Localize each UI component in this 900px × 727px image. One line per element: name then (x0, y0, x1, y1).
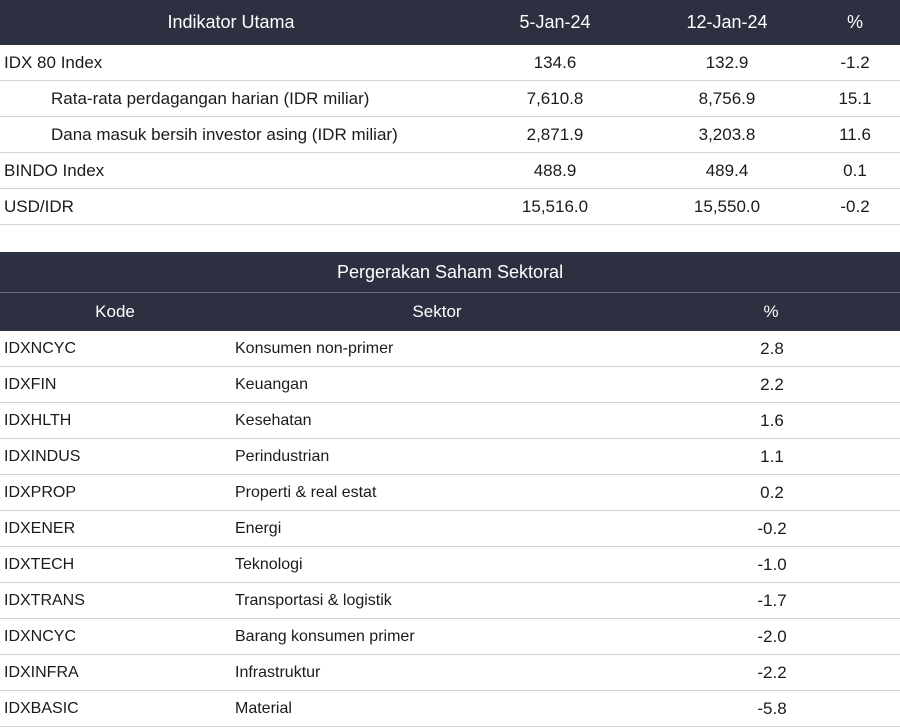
table-row: IDXINFRA Infrastruktur -2.2 (0, 655, 900, 691)
indicator-label: IDX 80 Index (4, 53, 103, 72)
sector-change: -0.2 (757, 519, 787, 538)
table-row: IDXNCYC Konsumen non-primer 2.8 (0, 331, 900, 367)
sector-change: -1.7 (757, 591, 787, 610)
value-date-2: 8,756.9 (698, 89, 756, 108)
sector-change: 1.6 (760, 411, 784, 430)
sector-change: -5.8 (757, 699, 787, 718)
sector-change: 0.2 (760, 483, 784, 502)
header-sector: Sektor (412, 302, 462, 321)
sector-name: Barang konsumen primer (235, 628, 415, 645)
table-row: Dana masuk bersih investor asing (IDR mi… (0, 117, 900, 153)
value-date-2: 3,203.8 (698, 125, 756, 144)
sector-name: Energi (235, 520, 282, 537)
sector-code: IDXHLTH (4, 412, 72, 429)
table-row: IDXNCYC Barang konsumen primer -2.0 (0, 619, 900, 655)
sector-code: IDXNCYC (4, 340, 77, 357)
sector-change: -2.2 (757, 663, 787, 682)
sector-table-title: Pergerakan Saham Sektoral (0, 252, 900, 293)
header-date-2: 12-Jan-24 (686, 12, 768, 32)
sector-movement-table: Pergerakan Saham Sektoral Kode Sektor % … (0, 252, 900, 727)
value-date-2: 15,550.0 (693, 197, 761, 216)
sector-code: IDXBASIC (4, 700, 79, 717)
sector-change: -1.0 (757, 555, 787, 574)
table-row: IDXTRANS Transportasi & logistik -1.7 (0, 583, 900, 619)
change-value: 0.1 (843, 161, 867, 180)
table-row: IDXENER Energi -0.2 (0, 511, 900, 547)
sector-name: Kesehatan (235, 412, 312, 429)
sector-name: Material (235, 700, 292, 717)
table-row: IDXBASIC Material -5.8 (0, 691, 900, 727)
sector-name: Transportasi & logistik (235, 592, 392, 609)
sector-code: IDXNCYC (4, 628, 77, 645)
table-row: IDXTECH Teknologi -1.0 (0, 547, 900, 583)
header-code: Kode (95, 302, 135, 321)
sector-change: 2.8 (760, 339, 784, 358)
value-date-1: 7,610.8 (526, 89, 584, 108)
sector-change: -2.0 (757, 627, 787, 646)
key-indicators-header: Indikator Utama 5-Jan-24 12-Jan-24 % (0, 0, 900, 45)
sector-name: Infrastruktur (235, 664, 321, 681)
indicator-label: Rata-rata perdagangan harian (IDR miliar… (51, 89, 370, 108)
value-date-1: 488.9 (533, 161, 577, 180)
table-row: IDXINDUS Perindustrian 1.1 (0, 439, 900, 475)
header-indicator-label: Indikator Utama (167, 12, 295, 32)
header-change: % (846, 12, 864, 32)
change-value: -0.2 (840, 197, 870, 216)
table-row: IDXHLTH Kesehatan 1.6 (0, 403, 900, 439)
indicator-label: Dana masuk bersih investor asing (IDR mi… (51, 125, 398, 144)
sector-code: IDXTRANS (4, 592, 85, 609)
indicator-label: BINDO Index (4, 161, 105, 180)
table-row: IDXPROP Properti & real estat 0.2 (0, 475, 900, 511)
value-date-2: 132.9 (705, 53, 749, 72)
table-row: USD/IDR 15,516.0 15,550.0 -0.2 (0, 189, 900, 225)
value-date-1: 2,871.9 (526, 125, 584, 144)
value-date-2: 489.4 (705, 161, 749, 180)
sector-code: IDXINDUS (4, 448, 81, 465)
sector-name: Teknologi (235, 556, 303, 573)
sector-name: Keuangan (235, 376, 308, 393)
sector-change: 1.1 (760, 447, 784, 466)
sector-code: IDXINFRA (4, 664, 79, 681)
change-value: 11.6 (839, 125, 871, 144)
indicator-label: USD/IDR (4, 197, 74, 216)
sector-code: IDXTECH (4, 556, 75, 573)
table-row: BINDO Index 488.9 489.4 0.1 (0, 153, 900, 189)
key-indicators-table: Indikator Utama 5-Jan-24 12-Jan-24 % IDX… (0, 0, 900, 225)
change-value: 15.1 (838, 89, 872, 108)
sector-name: Perindustrian (235, 448, 330, 465)
value-date-1: 134.6 (533, 53, 577, 72)
sector-code: IDXPROP (4, 484, 77, 501)
sector-title-text: Pergerakan Saham Sektoral (336, 262, 564, 282)
change-value: -1.2 (840, 53, 870, 72)
table-row: Rata-rata perdagangan harian (IDR miliar… (0, 81, 900, 117)
value-date-1: 15,516.0 (521, 197, 589, 216)
table-row: IDX 80 Index 134.6 132.9 -1.2 (0, 45, 900, 81)
sector-name: Properti & real estat (235, 484, 377, 501)
sector-name: Konsumen non-primer (235, 340, 394, 357)
header-change: % (763, 302, 779, 321)
sector-column-header: Kode Sektor % (0, 293, 900, 331)
header-date-1: 5-Jan-24 (519, 12, 591, 32)
sector-code: IDXFIN (4, 376, 57, 393)
sector-change: 2.2 (760, 375, 784, 394)
sector-code: IDXENER (4, 520, 76, 537)
table-row: IDXFIN Keuangan 2.2 (0, 367, 900, 403)
